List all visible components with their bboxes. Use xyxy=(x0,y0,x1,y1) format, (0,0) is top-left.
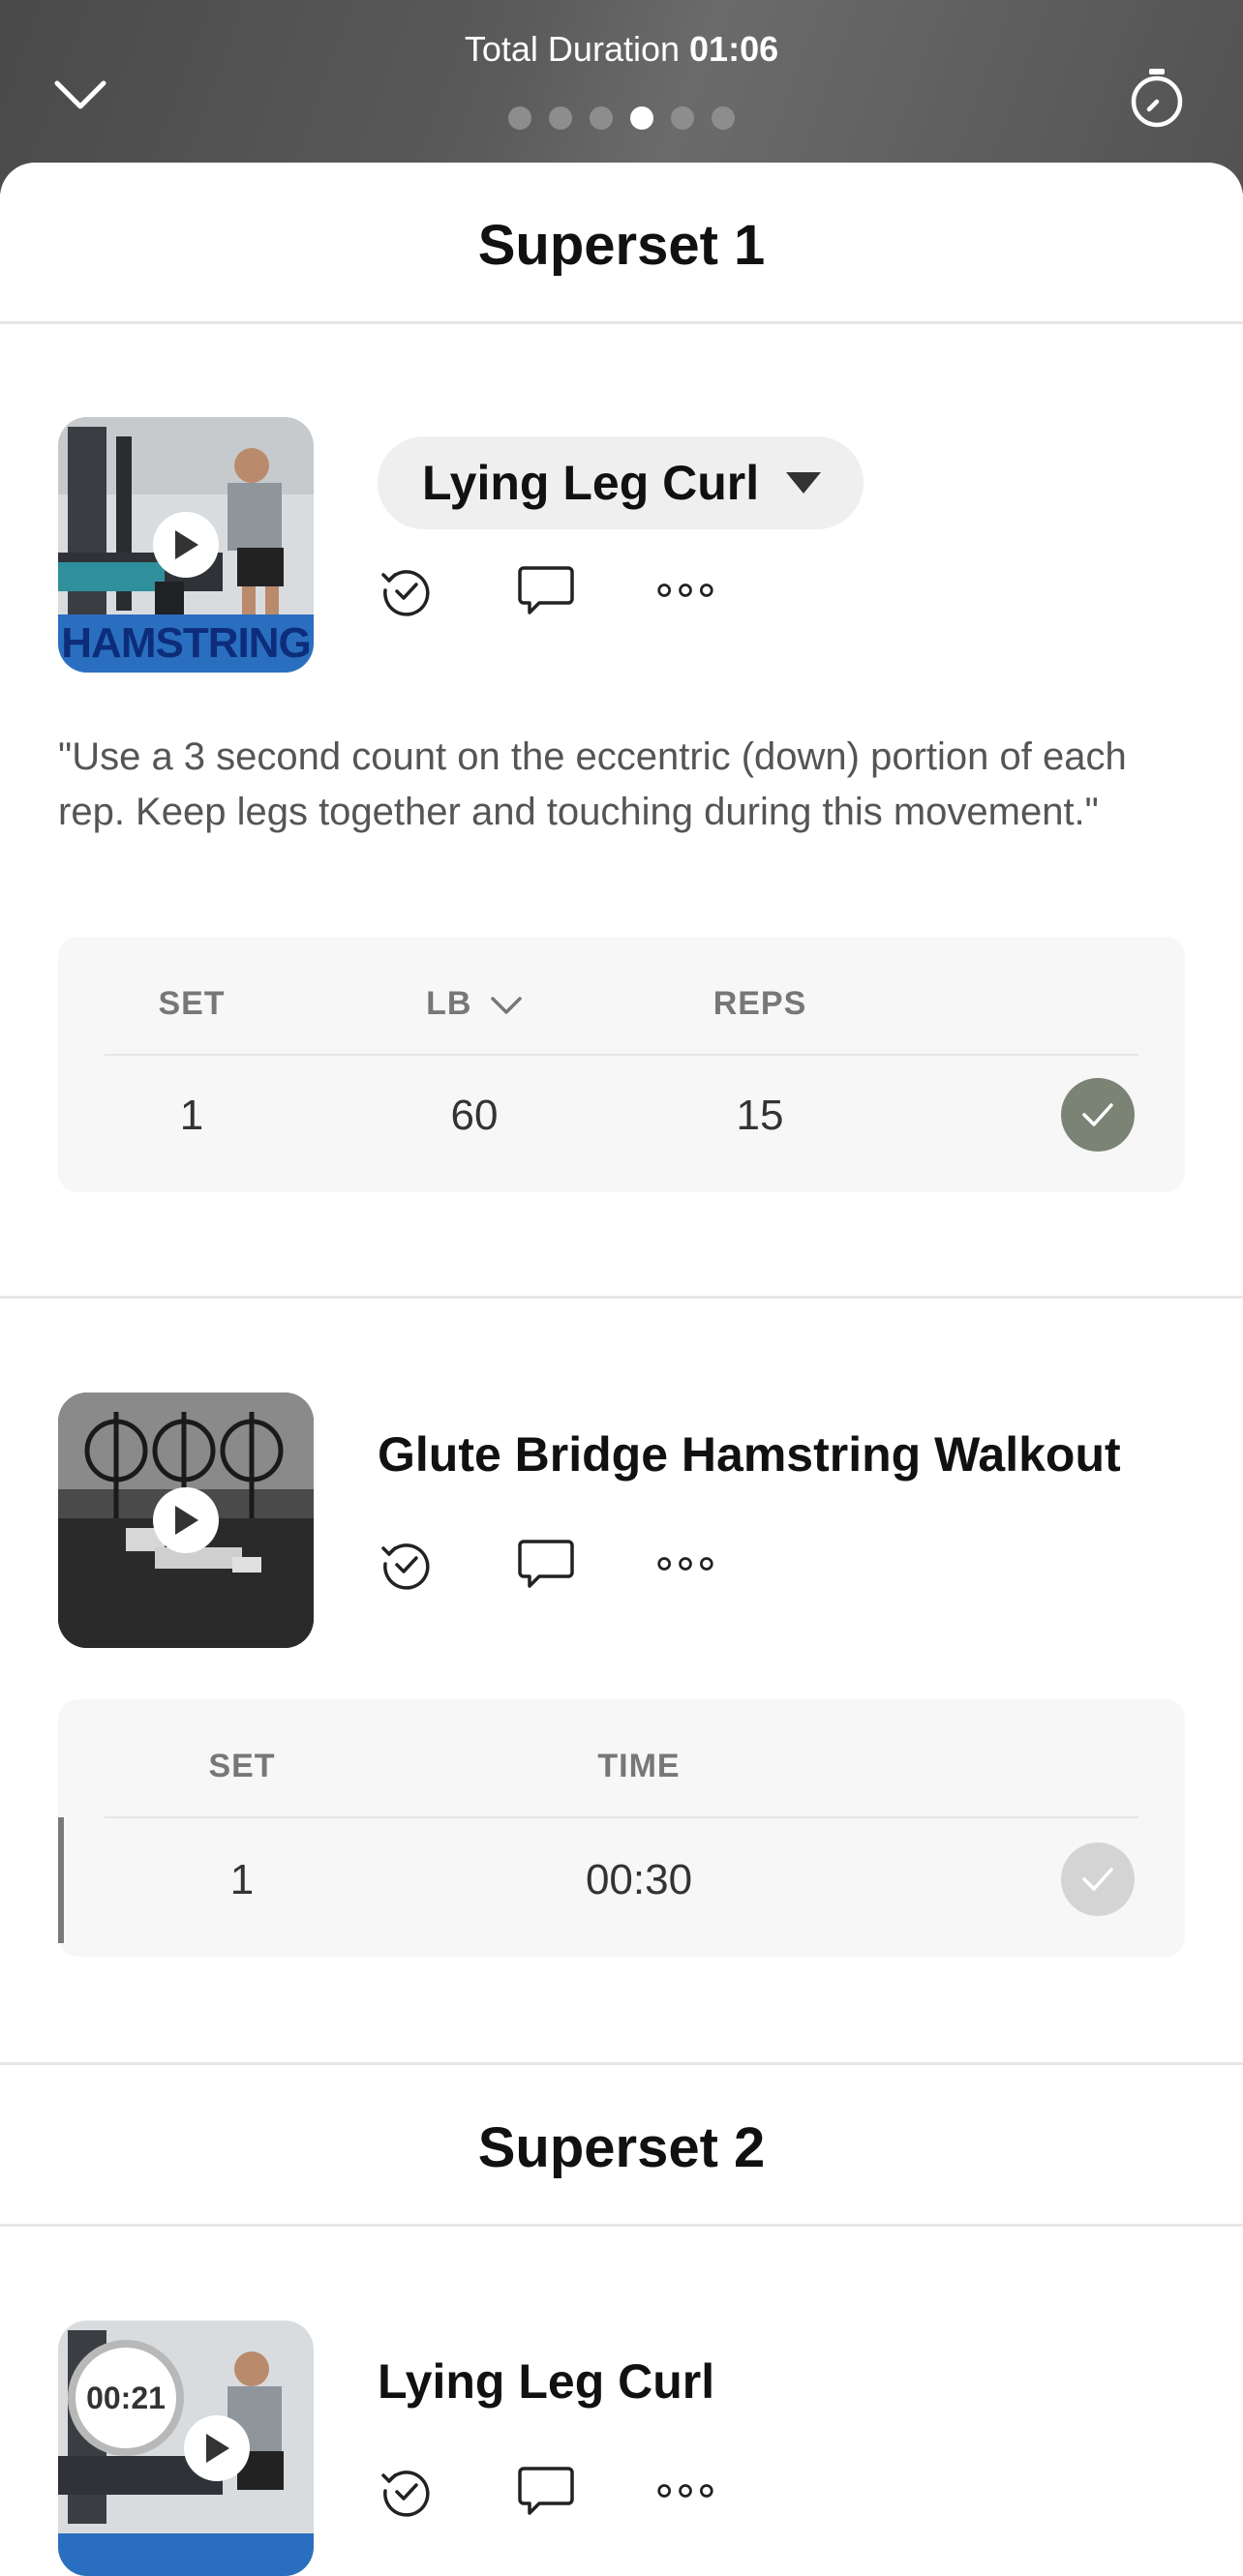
stopwatch-icon[interactable] xyxy=(1123,64,1191,132)
divider xyxy=(0,2062,1243,2065)
comment-icon[interactable] xyxy=(517,2462,575,2520)
cell-time[interactable]: 00:30 xyxy=(552,1856,726,1904)
exercise-actions xyxy=(378,1535,796,1593)
page-indicator xyxy=(0,106,1243,130)
comment-icon[interactable] xyxy=(517,561,575,619)
exercise-note: "Use a 3 second count on the eccentric (… xyxy=(58,735,1127,833)
sets-table: SET TIME 1 00:30 xyxy=(58,1699,1185,1957)
exercise-name-dropdown[interactable]: Lying Leg Curl xyxy=(378,436,864,529)
cell-weight[interactable]: 60 xyxy=(407,1092,542,1140)
exercise-video-thumbnail[interactable]: 00:21 xyxy=(58,2321,314,2576)
column-header-set: SET xyxy=(158,985,226,1022)
divider xyxy=(0,321,1243,324)
dropdown-triangle-icon xyxy=(786,472,822,494)
play-icon[interactable] xyxy=(153,1487,219,1553)
column-header-reps: REPS xyxy=(712,985,807,1022)
set-complete-check[interactable] xyxy=(1061,1842,1135,1916)
total-duration-value: 01:06 xyxy=(689,29,779,69)
divider xyxy=(0,1296,1243,1299)
rest-timer-badge[interactable]: 00:21 xyxy=(68,2340,184,2456)
more-options-icon[interactable] xyxy=(656,2462,714,2520)
cell-reps[interactable]: 15 xyxy=(697,1092,823,1140)
more-options-icon[interactable] xyxy=(656,1535,714,1593)
set-complete-check[interactable] xyxy=(1061,1078,1135,1152)
sets-table: SET LB REPS 1 60 15 xyxy=(58,937,1185,1192)
exercise-video-thumbnail[interactable] xyxy=(58,1393,314,1648)
thumbnail-banner: HAMSTRING xyxy=(58,614,314,673)
exercise-name[interactable]: Lying Leg Curl xyxy=(378,2353,714,2410)
page-dot[interactable] xyxy=(549,106,572,130)
cell-set: 1 xyxy=(229,1856,255,1903)
comment-icon[interactable] xyxy=(517,1535,575,1593)
total-duration-label: Total Duration xyxy=(464,29,681,69)
cell-set: 1 xyxy=(179,1092,204,1139)
page-dot[interactable] xyxy=(712,106,735,130)
exercise-video-thumbnail[interactable]: HAMSTRING xyxy=(58,417,314,673)
check-icon xyxy=(1082,1103,1113,1126)
column-header-unit[interactable]: LB xyxy=(397,985,552,1023)
superset-title: Superset 2 xyxy=(477,2116,766,2179)
history-check-icon[interactable] xyxy=(378,561,436,619)
active-set-indicator xyxy=(58,1817,64,1943)
column-header-set: SET xyxy=(208,1748,276,1784)
exercise-name: Lying Leg Curl xyxy=(422,456,760,510)
total-duration: Total Duration 01:06 xyxy=(0,29,1243,70)
exercise-actions xyxy=(378,561,796,619)
more-options-icon[interactable] xyxy=(656,561,714,619)
workout-sheet: Superset 1 HAMSTRING Lying Leg Curl "Use… xyxy=(0,163,1243,2576)
divider xyxy=(0,2224,1243,2227)
history-check-icon[interactable] xyxy=(378,1535,436,1593)
exercise-name[interactable]: Glute Bridge Hamstring Walkout xyxy=(378,1426,1121,1483)
table-divider xyxy=(105,1816,1138,1818)
history-check-icon[interactable] xyxy=(378,2462,436,2520)
superset-title: Superset 1 xyxy=(477,214,766,277)
check-icon xyxy=(1082,1868,1113,1891)
page-dot[interactable] xyxy=(590,106,613,130)
exercise-actions xyxy=(378,2462,796,2520)
page-dot[interactable] xyxy=(671,106,694,130)
table-divider xyxy=(105,1054,1138,1056)
page-dot-active[interactable] xyxy=(630,106,653,130)
page-dot[interactable] xyxy=(508,106,531,130)
unit-label: LB xyxy=(426,985,472,1022)
chevron-down-icon xyxy=(491,997,522,1014)
column-header-time: TIME xyxy=(597,1748,681,1784)
play-icon[interactable] xyxy=(184,2415,250,2481)
play-icon[interactable] xyxy=(153,512,219,578)
